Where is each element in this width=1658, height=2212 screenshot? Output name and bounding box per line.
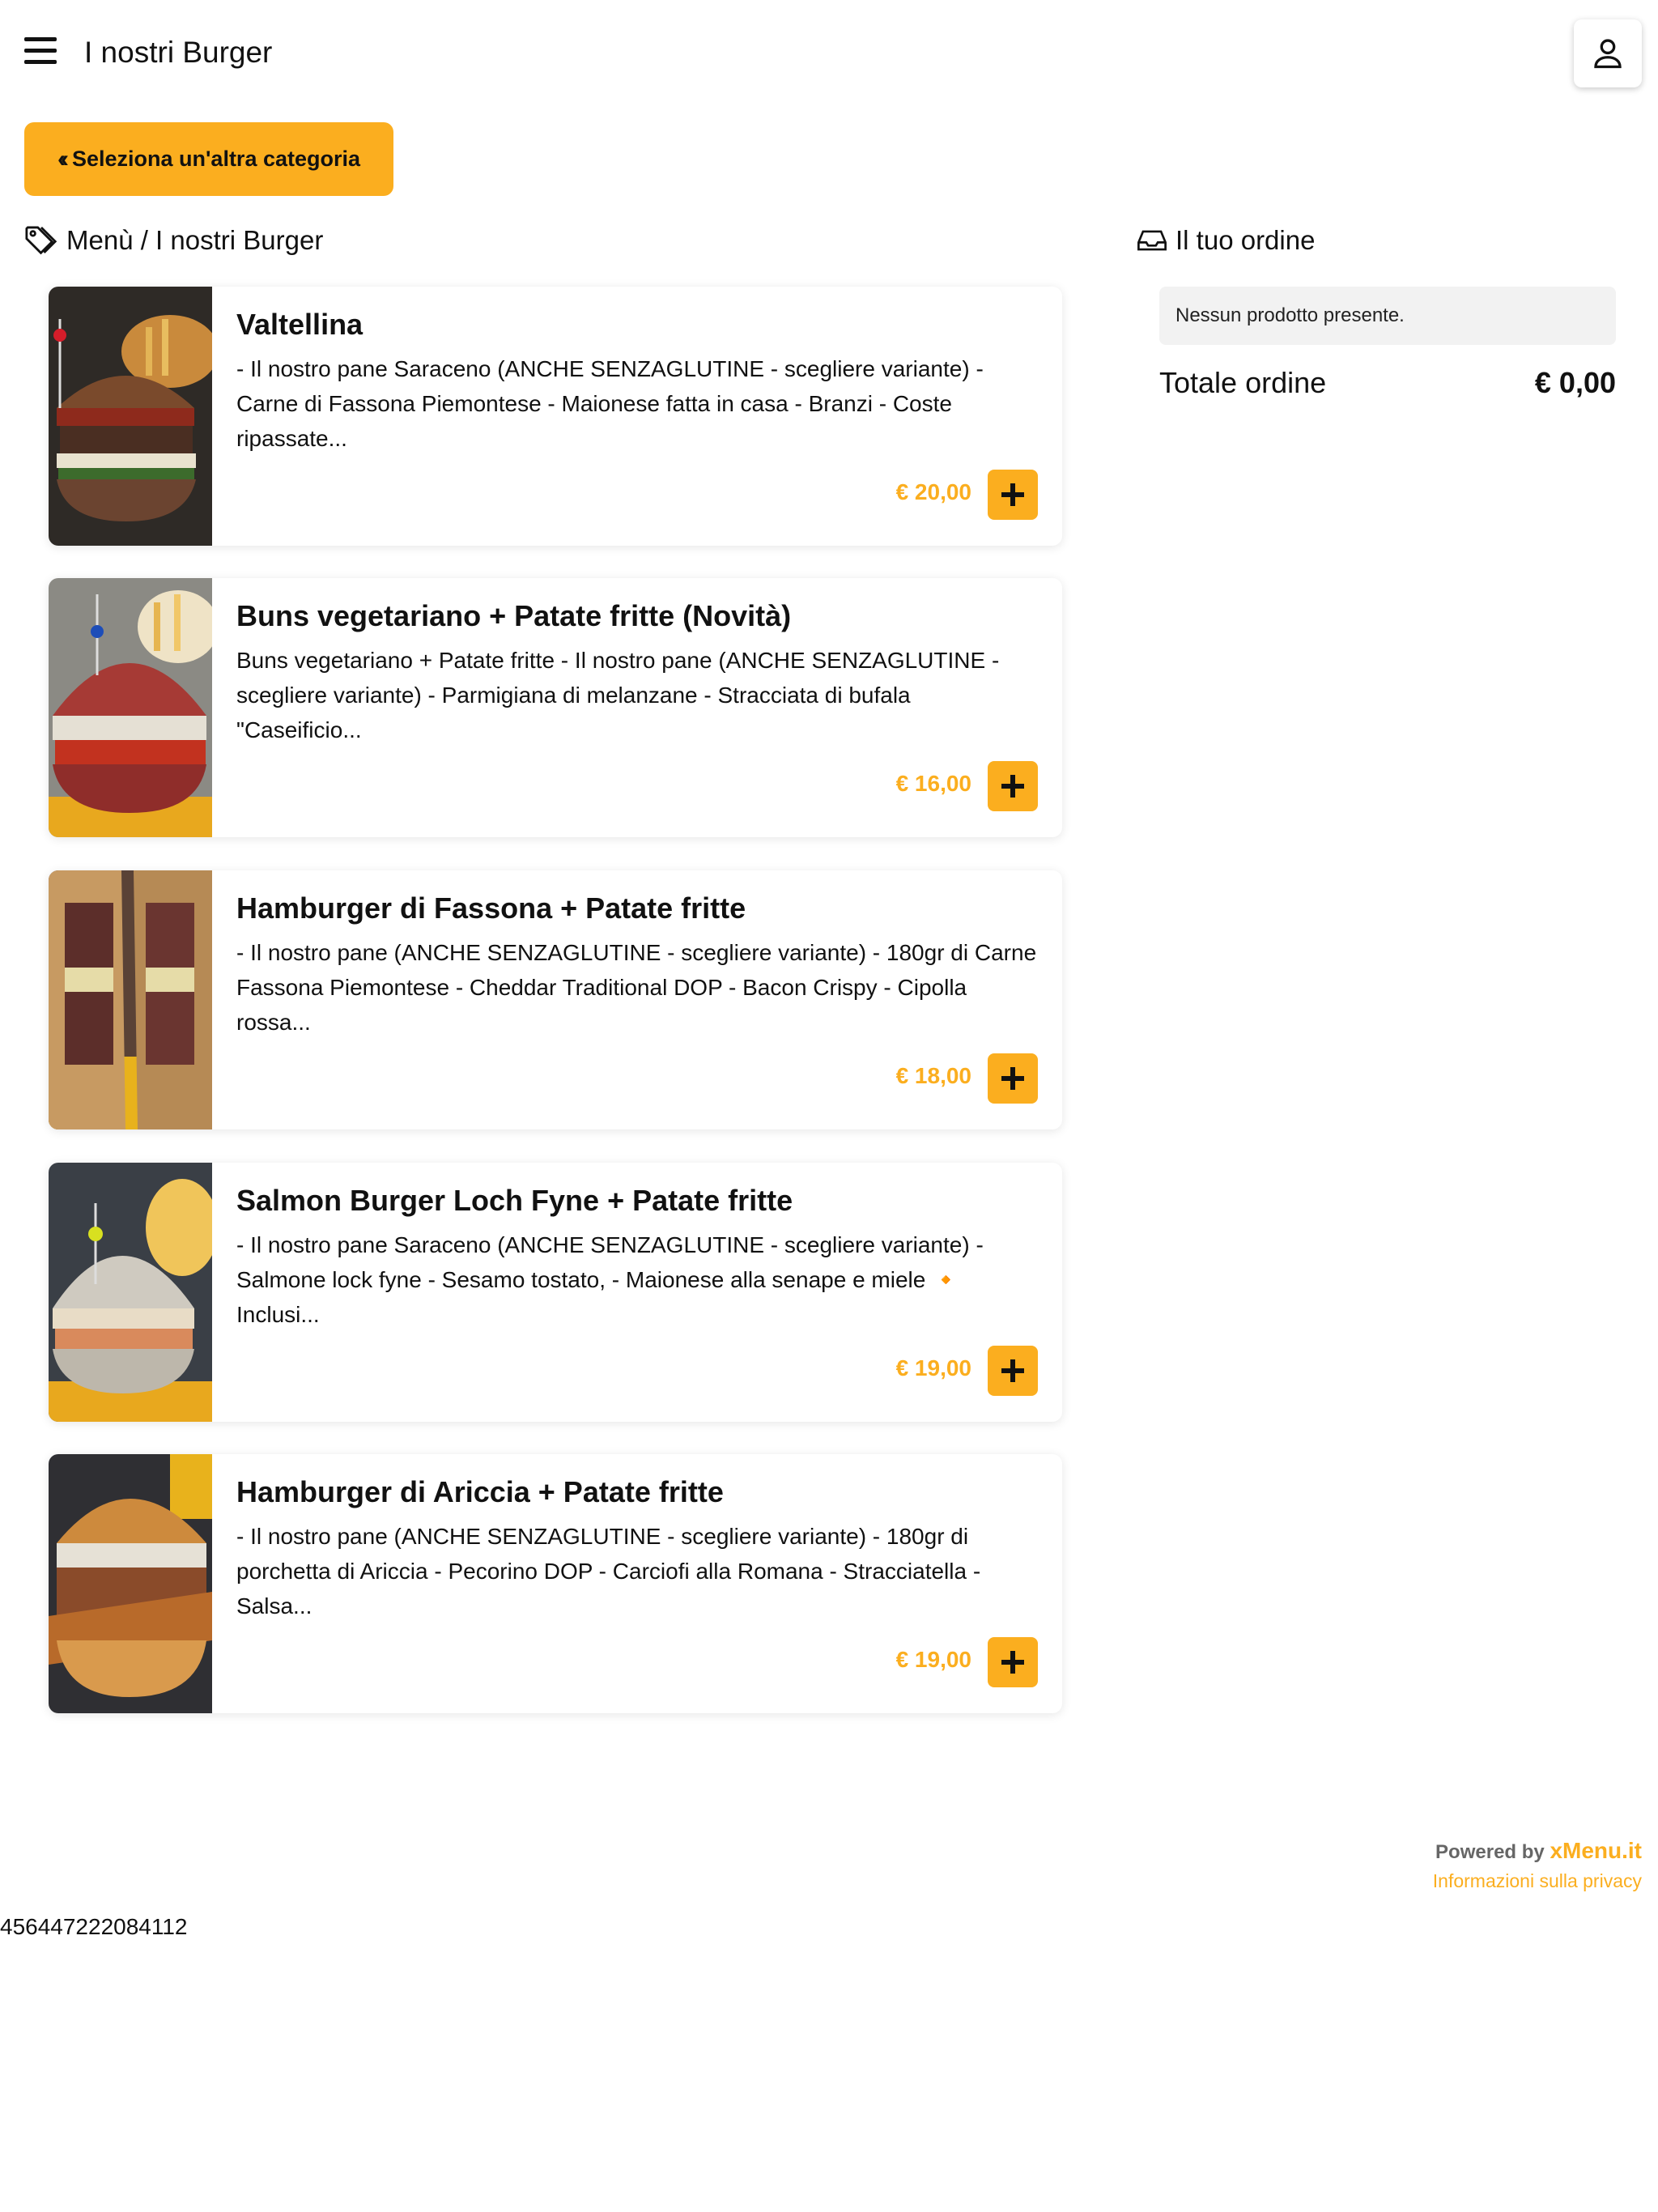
product-image-burger (49, 1454, 212, 1713)
page-title: I nostri Burger (84, 36, 273, 69)
powered-by: Powered by xMenu.it (1214, 1838, 1642, 1864)
inbox-icon (1137, 230, 1167, 251)
privacy-link[interactable]: Informazioni sulla privacy (1214, 1870, 1642, 1892)
hamburger-menu-icon[interactable] (24, 36, 58, 68)
xmenu-brand-link[interactable]: xMenu.it (1550, 1838, 1642, 1863)
product-price: € 19,00 (895, 1647, 971, 1672)
user-icon (1594, 39, 1622, 69)
add-to-order-button[interactable] (988, 470, 1038, 520)
add-to-order-button[interactable] (988, 1346, 1038, 1396)
order-total-value: € 0,00 (1534, 366, 1616, 399)
order-empty-message: Nessun prodotto presente. (1159, 287, 1616, 345)
product-description: - Il nostro pane Saraceno (ANCHE SENZAGL… (236, 1232, 984, 1327)
product-card[interactable]: Valtellina - Il nostro pane Saraceno (AN… (49, 287, 1062, 546)
order-total-label: Totale ordine (1159, 366, 1327, 399)
product-description: - Il nostro pane (ANCHE SENZAGLUTINE - s… (236, 1524, 981, 1619)
product-image-burger (49, 870, 212, 1129)
product-card[interactable]: Buns vegetariano + Patate fritte (Novità… (49, 578, 1062, 837)
plus-icon (1001, 483, 1024, 506)
order-title: Il tuo ordine (1175, 225, 1316, 255)
plus-icon (1001, 1359, 1024, 1382)
select-other-category-label: Seleziona un'altra categoria (71, 147, 361, 171)
product-name: Buns vegetariano + Patate fritte (Novità… (236, 599, 792, 632)
order-header: Il tuo ordine (1137, 225, 1315, 256)
product-image-burger (49, 1163, 212, 1422)
add-to-order-button[interactable] (988, 761, 1038, 811)
footer-id: 456447222084112 (0, 1914, 188, 1939)
product-image-burger (49, 287, 212, 546)
add-to-order-button[interactable] (988, 1637, 1038, 1687)
product-price: € 19,00 (895, 1355, 971, 1380)
product-card[interactable]: Hamburger di Fassona + Patate fritte - I… (49, 870, 1062, 1129)
powered-by-label: Powered by (1435, 1841, 1545, 1863)
plus-icon (1001, 1651, 1024, 1674)
product-name: Salmon Burger Loch Fyne + Patate fritte (236, 1184, 793, 1217)
tag-icon (25, 226, 57, 255)
product-name: Hamburger di Ariccia + Patate fritte (236, 1475, 724, 1508)
select-other-category-button[interactable]: ‹‹ Seleziona un'altra categoria (24, 122, 393, 196)
plus-icon (1001, 775, 1024, 798)
product-description: - Il nostro pane Saraceno (ANCHE SENZAGL… (236, 356, 984, 451)
breadcrumb: Menù / I nostri Burger (24, 225, 323, 256)
product-price: € 16,00 (895, 771, 971, 796)
plus-icon (1001, 1067, 1024, 1090)
breadcrumb-text: Menù / I nostri Burger (66, 225, 324, 255)
product-image-burger (49, 578, 212, 837)
add-to-order-button[interactable] (988, 1053, 1038, 1104)
product-card[interactable]: Hamburger di Ariccia + Patate fritte - I… (49, 1454, 1062, 1713)
product-description: - Il nostro pane (ANCHE SENZAGLUTINE - s… (236, 940, 1037, 1035)
product-name: Valtellina (236, 308, 363, 341)
double-chevron-left-icon: ‹‹ (57, 145, 69, 172)
product-card[interactable]: Salmon Burger Loch Fyne + Patate fritte … (49, 1163, 1062, 1422)
product-price: € 20,00 (895, 479, 971, 504)
product-name: Hamburger di Fassona + Patate fritte (236, 891, 746, 925)
product-price: € 18,00 (895, 1063, 971, 1088)
user-account-button[interactable] (1574, 19, 1642, 87)
product-description: Buns vegetariano + Patate fritte - Il no… (236, 648, 1000, 742)
